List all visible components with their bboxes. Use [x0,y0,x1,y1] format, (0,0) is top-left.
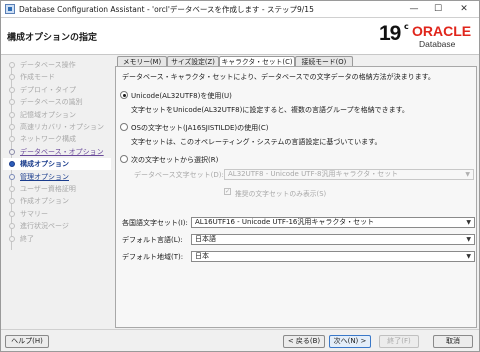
step-dot-icon [9,161,15,168]
nav-step-item: ネットワーク構成 [7,133,111,145]
nav-step-label: ネットワーク構成 [20,135,76,144]
back-button[interactable]: < 戻る(B) [283,335,325,348]
nav-step-item: データベース操作 [7,59,111,71]
chevron-down-icon: ▼ [466,219,471,226]
radio-button[interactable] [120,91,128,99]
nav-step-item: データベースの識別 [7,96,111,108]
page-title: 構成オプションの指定 [7,33,98,43]
default-language-label: デフォルト言語(L): [122,236,183,244]
page-header: 構成オプションの指定 19 c ORACLE Database [1,18,479,55]
national-charset-select[interactable]: AL16UTF16 - Unicode UTF-16汎用キャラクタ・セット ▼ [191,217,475,228]
nav-step-label: データベース・オプション [20,147,104,156]
nav-step-item: サマリー [7,208,111,220]
nav-step-label: 記憶域オプション [20,110,76,119]
nav-step-item: 構成オプション [3,158,111,171]
app-icon [5,4,15,14]
nav-step-item: 終了 [7,233,111,245]
close-icon[interactable]: ✕ [453,2,475,17]
step-dot-icon [9,99,15,106]
nav-step-label: 作成オプション [20,197,69,206]
nav-step-label: データベース操作 [20,61,76,69]
charset-description: データベース・キャラクタ・セットにより、データベースでの文字データの格納方法が決… [122,73,435,81]
checkbox-label: 推奨の文字セットのみ表示(S) [235,190,327,198]
radio-label: Unicode(AL32UTF8)を使用(U) [131,92,232,100]
nav-step-item: 進行状況ページ [7,220,111,232]
radio-label: OSの文字セット(JA16SJISTILDE)の使用(C) [131,124,269,132]
chevron-down-icon: ▼ [466,236,471,243]
next-button[interactable]: 次へ(N) > [329,335,371,348]
logo-version-suffix: c [404,22,409,31]
nav-step-label: サマリー [20,209,48,218]
nav-step-item: 高速リカバリ・オプション [7,121,111,133]
nav-step-item: 作成モード [7,71,111,83]
radio-button[interactable] [120,123,128,131]
step-dot-icon [9,136,15,143]
select-value: AL32UTF8 - Unicode UTF-8汎用キャラクタ・セット [228,170,399,178]
radio-unicode-note: 文字セットをUnicode(AL32UTF8)に設定すると、複数の言語グループを… [131,106,409,114]
maximize-icon[interactable]: ☐ [427,2,449,17]
default-language-select[interactable]: 日本語 ▼ [191,234,475,245]
step-dot-icon [9,173,15,180]
logo-version: 19 [379,22,401,45]
step-dot-icon [9,210,15,217]
select-value: 日本語 [195,235,216,243]
nav-step-label: ユーザー資格証明 [20,185,76,193]
nav-step-label: 終了 [20,234,34,243]
help-button[interactable]: ヘルプ(H) [5,335,49,348]
step-dot-icon [9,111,15,118]
step-dot-icon [9,74,15,81]
chevron-down-icon: ▼ [465,171,470,178]
nav-step-label: 管理オプション [20,172,69,181]
radio-label: 次の文字セットから選択(R) [131,156,219,164]
logo-brand: ORACLE [412,23,472,39]
nav-step-label: デプロイ・タイプ [20,85,76,94]
chevron-down-icon: ▼ [466,253,471,260]
nav-step-label: 構成オプション [20,160,69,169]
title-bar: Database Configuration Assistant - 'orcl… [1,1,479,18]
national-charset-label: 各国語文字セット(I): [122,219,188,227]
select-value: 日本 [195,252,209,260]
db-charset-label: データベース文字セット(D): [134,171,224,179]
dbca-window: Database Configuration Assistant - 'orcl… [0,0,480,352]
nav-step-item: デプロイ・タイプ [7,84,111,96]
checkbox[interactable]: ✓ [224,188,231,195]
step-dot-icon [9,86,15,93]
nav-step-item[interactable]: 管理オプション [7,171,111,183]
window-title: Database Configuration Assistant - 'orcl… [19,5,314,14]
main-content: メモリー(M) サイズ設定(Z) キャラクタ・セット(C) 接続モード(O) デ… [111,56,479,329]
nav-step-label: 高速リカバリ・オプション [20,123,104,131]
radio-os-charset-note: 文字セットは、このオペレーティング・システムの言語設定に基づいています。 [131,138,382,146]
nav-step-item[interactable]: データベース・オプション [7,146,111,158]
nav-step-label: 進行状況ページ [20,222,69,231]
tab-panel: データベース・キャラクタ・セットにより、データベースでの文字データの格納方法が決… [115,66,477,328]
step-dot-icon [9,186,15,192]
step-dot-icon [9,198,15,205]
step-dot-icon [9,235,15,242]
nav-step-item: ユーザー資格証明 [7,183,111,195]
nav-step-item: 記憶域オプション [7,109,111,121]
oracle-logo: 19 c ORACLE Database [379,21,475,51]
db-charset-select[interactable]: AL32UTF8 - Unicode UTF-8汎用キャラクタ・セット ▼ [224,169,474,180]
radio-button[interactable] [120,155,128,163]
finish-button[interactable]: 終了(F) [379,335,419,348]
select-value: AL16UTF16 - Unicode UTF-16汎用キャラクタ・セット [195,218,375,226]
step-dot-icon [9,223,15,230]
step-dot-icon [9,62,15,68]
nav-step-label: データベースの識別 [20,98,83,107]
logo-product: Database [419,39,456,49]
step-dot-icon [9,124,15,130]
default-territory-label: デフォルト地域(T): [122,253,184,261]
nav-step-item: 作成オプション [7,195,111,207]
minimize-icon[interactable]: — [403,2,425,17]
step-navigation: データベース操作 作成モードデプロイ・タイプ データベースの識別 記憶域オプション高速… [1,56,111,329]
button-bar: ヘルプ(H) < 戻る(B) 次へ(N) > 終了(F) 取消 [1,329,479,351]
step-dot-icon [9,148,15,155]
default-territory-select[interactable]: 日本 ▼ [191,251,475,262]
cancel-button[interactable]: 取消 [433,335,473,348]
nav-step-label: 作成モード [20,73,55,82]
